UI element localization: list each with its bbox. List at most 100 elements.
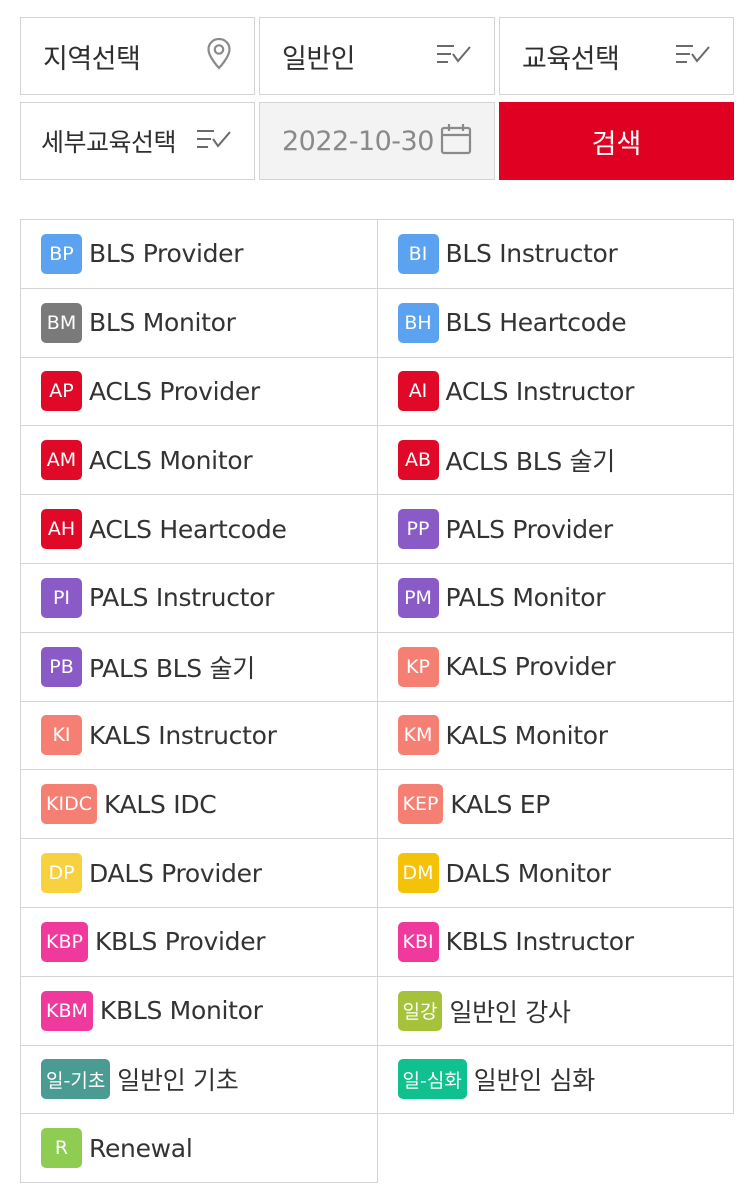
course-row: 일-기초 일반인 기초 일-심화 일반인 심화 bbox=[21, 1045, 734, 1115]
course-name: KBLS Provider bbox=[94, 927, 266, 957]
course-badge: AI bbox=[397, 371, 439, 412]
course-item[interactable]: DP DALS Provider bbox=[21, 839, 378, 908]
course-item[interactable]: PP PALS Provider bbox=[377, 495, 734, 564]
sub-course-label: 세부교육선택 bbox=[41, 128, 177, 157]
course-item[interactable]: PB PALS BLS 술기 bbox=[21, 632, 378, 702]
course-row: KI KALS Instructor KM KALS Monitor bbox=[21, 701, 734, 771]
course-row: KBP KBLS Provider KBI KBLS Instructor bbox=[21, 907, 734, 977]
course-badge: KBP bbox=[41, 921, 88, 962]
course-row: AH ACLS Heartcode PP PALS Provider bbox=[21, 495, 734, 564]
course-select-label: 교육선택 bbox=[522, 43, 620, 75]
region-select-label: 지역선택 bbox=[43, 43, 141, 75]
course-name: PALS Provider bbox=[445, 514, 614, 544]
course-name: KALS Provider bbox=[445, 652, 616, 682]
course-badge: KBM bbox=[41, 990, 93, 1031]
course-name: DALS Provider bbox=[89, 858, 262, 888]
course-badge: AB bbox=[397, 440, 439, 481]
course-row: KIDC KALS IDC KEP KALS EP bbox=[21, 770, 734, 840]
course-name: 일반인 심화 bbox=[473, 1066, 595, 1096]
course-badge: 일강 bbox=[397, 990, 443, 1031]
course-item[interactable]: BP BLS Provider bbox=[21, 220, 378, 289]
course-item[interactable]: KM KALS Monitor bbox=[377, 701, 734, 771]
course-name: 일반인 기초 bbox=[117, 1066, 239, 1096]
course-name: KBLS Monitor bbox=[99, 996, 263, 1026]
course-item[interactable]: BI BLS Instructor bbox=[377, 220, 734, 289]
course-badge: AM bbox=[41, 440, 82, 481]
course-item[interactable]: DM DALS Monitor bbox=[377, 839, 734, 908]
course-item[interactable]: KP KALS Provider bbox=[377, 632, 734, 702]
course-row: PB PALS BLS 술기 KP KALS Provider bbox=[21, 632, 734, 702]
course-name: ACLS Heartcode bbox=[89, 514, 287, 544]
course-badge: BH bbox=[397, 302, 439, 343]
course-name: 일반인 강사 bbox=[449, 997, 571, 1027]
course-badge: BM bbox=[41, 302, 82, 343]
course-name: BLS Heartcode bbox=[445, 308, 627, 338]
course-item[interactable]: 일강 일반인 강사 bbox=[377, 976, 734, 1046]
course-legend-grid: BP BLS Provider BI BLS Instructor BM BLS Moni… bbox=[20, 219, 735, 1184]
course-name: DALS Monitor bbox=[445, 858, 611, 888]
course-item[interactable]: AH ACLS Heartcode bbox=[21, 495, 378, 564]
course-row: DP DALS Provider DM DALS Monitor bbox=[21, 839, 734, 908]
calendar-icon[interactable] bbox=[440, 123, 472, 159]
course-item[interactable]: 일-기초 일반인 기초 bbox=[21, 1045, 378, 1115]
course-badge: PP bbox=[397, 509, 439, 550]
course-select[interactable]: 교육선택 bbox=[499, 17, 734, 95]
course-item[interactable]: AP ACLS Provider bbox=[21, 357, 378, 427]
course-item[interactable]: KI KALS Instructor bbox=[21, 701, 378, 771]
course-badge: AP bbox=[41, 371, 82, 412]
list-check-icon bbox=[436, 44, 472, 68]
course-name: ACLS BLS 술기 bbox=[445, 447, 616, 477]
course-badge: PM bbox=[397, 577, 439, 618]
course-badge: 일-기초 bbox=[41, 1059, 111, 1100]
course-name: KBLS Instructor bbox=[445, 927, 634, 957]
course-item[interactable]: KBI KBLS Instructor bbox=[377, 907, 734, 977]
person-type-select[interactable]: 일반인 bbox=[259, 17, 495, 95]
course-name: ACLS Provider bbox=[89, 376, 260, 406]
empty-cell bbox=[378, 1114, 735, 1183]
date-field[interactable]: 2022-10-30 bbox=[259, 102, 495, 180]
course-item[interactable]: 일-심화 일반인 심화 bbox=[377, 1045, 734, 1115]
course-badge: AH bbox=[41, 509, 82, 550]
course-item[interactable]: KEP KALS EP bbox=[377, 770, 734, 840]
course-item[interactable]: BM BLS Monitor bbox=[21, 288, 378, 358]
course-item[interactable]: AI ACLS Instructor bbox=[377, 357, 734, 427]
course-badge: R bbox=[41, 1128, 82, 1169]
course-item[interactable]: KIDC KALS IDC bbox=[21, 770, 378, 840]
course-name: Renewal bbox=[89, 1133, 193, 1163]
location-pin-icon bbox=[206, 37, 232, 75]
course-badge: BP bbox=[41, 233, 82, 274]
course-item[interactable]: BH BLS Heartcode bbox=[377, 288, 734, 358]
course-item[interactable]: KBP KBLS Provider bbox=[21, 907, 378, 977]
course-item[interactable]: R Renewal bbox=[21, 1114, 378, 1184]
list-check-icon bbox=[675, 44, 711, 68]
search-button[interactable]: 검색 bbox=[499, 102, 734, 180]
course-badge: KIDC bbox=[41, 784, 97, 825]
list-check-icon bbox=[196, 129, 232, 153]
course-item[interactable]: AM ACLS Monitor bbox=[21, 426, 378, 496]
course-name: ACLS Monitor bbox=[89, 445, 253, 475]
course-name: PALS Monitor bbox=[445, 583, 606, 613]
course-name: KALS IDC bbox=[103, 789, 217, 819]
course-row: BP BLS Provider BI BLS Instructor bbox=[21, 220, 734, 289]
course-item[interactable]: KBM KBLS Monitor bbox=[21, 976, 378, 1046]
date-value: 2022-10-30 bbox=[282, 125, 434, 157]
search-filters: 지역선택 일반인 교육선택 세부교육선택 2022-10-30 검색 bbox=[20, 17, 734, 180]
course-name: PALS BLS 술기 bbox=[89, 653, 255, 683]
course-name: BLS Provider bbox=[89, 239, 244, 269]
course-name: KALS Instructor bbox=[89, 720, 277, 750]
course-badge: KP bbox=[397, 646, 439, 687]
course-row: R Renewal bbox=[21, 1114, 735, 1184]
course-item[interactable]: PM PALS Monitor bbox=[377, 563, 734, 633]
course-name: ACLS Instructor bbox=[445, 376, 635, 406]
course-row: KBM KBLS Monitor 일강 일반인 강사 bbox=[21, 976, 734, 1046]
course-row: AP ACLS Provider AI ACLS Instructor bbox=[21, 357, 734, 427]
region-select[interactable]: 지역선택 bbox=[20, 17, 255, 95]
course-name: BLS Monitor bbox=[89, 308, 236, 338]
course-item[interactable]: PI PALS Instructor bbox=[21, 563, 378, 633]
course-badge: KM bbox=[397, 715, 439, 756]
course-name: PALS Instructor bbox=[89, 583, 275, 613]
person-type-label: 일반인 bbox=[282, 43, 356, 75]
course-item[interactable]: AB ACLS BLS 술기 bbox=[377, 426, 734, 496]
sub-course-select[interactable]: 세부교육선택 bbox=[20, 102, 255, 180]
course-badge: DM bbox=[397, 853, 439, 894]
